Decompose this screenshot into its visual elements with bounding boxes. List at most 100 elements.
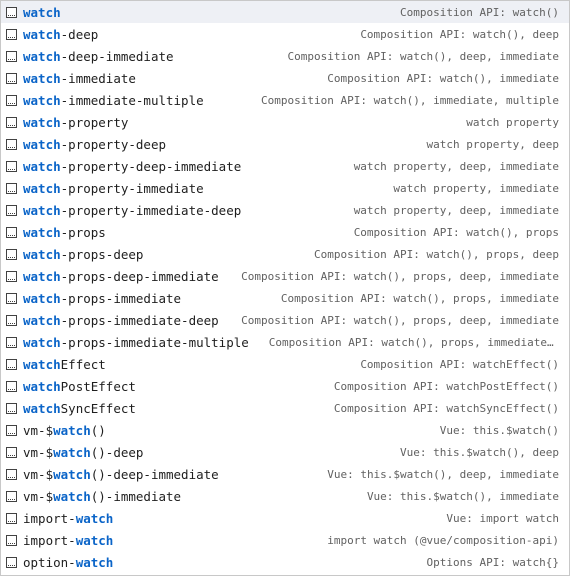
suggestion-item[interactable]: option-watch Options API: watch{} — [1, 551, 569, 573]
suggestion-label-suffix: PostEffect — [60, 378, 136, 394]
suggestion-label-match: watch — [23, 70, 61, 86]
suggestion-label-prefix: vm-$ — [23, 488, 54, 504]
suggestion-label-match: watch — [23, 268, 61, 284]
suggestion-label: watch-property-deep-immediate — [23, 159, 241, 174]
snippet-icon — [6, 512, 17, 524]
suggestion-label: vm-$watch() — [23, 423, 106, 438]
suggestion-detail: watch property, deep, immediate — [353, 203, 559, 217]
suggestion-label-match: watch — [23, 202, 61, 218]
suggestion-item[interactable]: watch-immediate Composition API: watch(),… — [1, 67, 569, 89]
suggestion-item[interactable]: watch-props-deep-immediate Composition AP… — [1, 265, 569, 287]
suggestion-item[interactable]: watchEffect Composition API: watchEffect(… — [1, 353, 569, 375]
suggestion-label-suffix: -props-immediate-deep — [60, 312, 219, 328]
suggestion-label-suffix: -property-immediate — [60, 180, 204, 196]
suggestion-detail: Composition API: watch(), props, immedia… — [268, 335, 569, 349]
suggestion-label-suffix: -property-immediate-deep — [60, 202, 242, 218]
snippet-icon — [6, 490, 17, 502]
suggestion-label-suffix: -deep — [60, 26, 99, 42]
suggestion-item[interactable]: import-watch import watch (@vue/compositi… — [1, 529, 569, 551]
suggestion-item[interactable]: watch Composition API: watch() — [1, 1, 569, 23]
suggestion-item[interactable]: vm-$watch()-deep Vue: this.$watch(), deep — [1, 441, 569, 463]
suggestion-label-suffix: () — [90, 422, 106, 438]
snippet-icon — [6, 556, 17, 568]
snippet-icon — [6, 248, 17, 260]
suggestion-label: watch-props-deep-immediate — [23, 269, 219, 284]
suggestion-label-suffix: -props-deep — [60, 246, 144, 262]
suggestion-label-match: watch — [75, 554, 114, 570]
suggestion-detail: watch property, immediate — [393, 181, 559, 195]
snippet-icon — [6, 402, 17, 414]
suggestion-label: vm-$watch()-deep — [23, 445, 143, 460]
suggestion-label-match: watch — [75, 510, 114, 526]
suggestion-item[interactable]: watch-property-immediate-deep watch prope… — [1, 199, 569, 221]
snippet-icon — [6, 534, 17, 546]
suggestion-label: watch-props-immediate-multiple — [23, 335, 249, 350]
suggestion-label-suffix: SyncEffect — [60, 400, 136, 416]
suggest-widget: watch Composition API: watch() watch-deep C… — [0, 0, 570, 576]
suggestion-item[interactable]: watch-props-immediate-deep Composition AP… — [1, 309, 569, 331]
suggestion-label-suffix: -property-deep-immediate — [60, 158, 242, 174]
suggestion-item[interactable]: watch-props-immediate Composition API: wa… — [1, 287, 569, 309]
suggestion-item[interactable]: watchSyncEffect Composition API: watchSyn… — [1, 397, 569, 419]
suggestion-detail: Composition API: watch(), props, immedia… — [280, 291, 559, 305]
suggestion-item[interactable]: vm-$watch()-immediate Vue: this.$watch(),… — [1, 485, 569, 507]
suggestion-item[interactable]: vm-$watch() Vue: this.$watch() — [1, 419, 569, 441]
suggestion-label-match: watch — [23, 312, 61, 328]
suggestion-label: watch-props-immediate-deep — [23, 313, 219, 328]
suggestion-label-suffix: Effect — [60, 356, 106, 372]
suggestion-label: watch — [23, 5, 61, 20]
suggestion-label-match: watch — [23, 224, 61, 240]
suggestion-item[interactable]: watch-property watch property — [1, 111, 569, 133]
suggestion-detail: watch property, deep, immediate — [353, 159, 559, 173]
snippet-icon — [6, 28, 17, 40]
snippet-icon — [6, 314, 17, 326]
snippet-icon — [6, 380, 17, 392]
suggestion-detail: watch property, deep — [426, 137, 559, 151]
suggestion-item[interactable]: watch-property-immediate watch property, … — [1, 177, 569, 199]
suggestion-label: watch-props-immediate — [23, 291, 181, 306]
suggestion-label-match: watch — [53, 444, 91, 460]
suggestion-label-suffix: ()-deep-immediate — [90, 466, 219, 482]
suggestion-item[interactable]: watch-props-immediate-multiple Compositio… — [1, 331, 569, 353]
suggestion-item[interactable]: watch-deep Composition API: watch(), deep — [1, 23, 569, 45]
snippet-icon — [6, 424, 17, 436]
suggestion-item[interactable]: import-watch Vue: import watch — [1, 507, 569, 529]
suggestion-item[interactable]: watch-immediate-multiple Composition API:… — [1, 89, 569, 111]
suggestion-item[interactable]: watch-property-deep watch property, deep — [1, 133, 569, 155]
suggestion-label-prefix: vm-$ — [23, 444, 54, 460]
suggestion-label-suffix: -immediate — [60, 70, 136, 86]
suggestion-detail: Vue: this.$watch(), deep — [400, 445, 559, 459]
suggestion-item[interactable]: watchPostEffect Composition API: watchPos… — [1, 375, 569, 397]
suggestion-detail: Composition API: watch(), deep, immediat… — [287, 49, 559, 63]
suggestion-label: watch-property-immediate-deep — [23, 203, 241, 218]
suggestion-label: import-watch — [23, 533, 113, 548]
suggestion-detail: Composition API: watchPostEffect() — [333, 379, 559, 393]
suggestion-label-suffix: -props-deep-immediate — [60, 268, 219, 284]
snippet-icon — [6, 182, 17, 194]
suggestion-detail: Composition API: watch(), props, deep — [313, 247, 559, 261]
suggestion-detail: Vue: import watch — [446, 511, 559, 525]
suggestion-item[interactable]: watch-deep-immediate Composition API: wat… — [1, 45, 569, 67]
snippet-icon — [6, 358, 17, 370]
suggestion-label-match: watch — [23, 180, 61, 196]
suggestion-label-prefix: vm-$ — [23, 466, 54, 482]
suggestion-label-suffix: ()-immediate — [90, 488, 182, 504]
suggestion-label-match: watch — [23, 92, 61, 108]
suggestion-item[interactable]: watch-props-deep Composition API: watch()… — [1, 243, 569, 265]
suggestion-label: vm-$watch()-immediate — [23, 489, 181, 504]
suggestion-label: watch-props — [23, 225, 106, 240]
snippet-icon — [6, 226, 17, 238]
suggestion-label-match: watch — [23, 114, 61, 130]
suggestion-label-suffix: -props-immediate — [60, 290, 182, 306]
snippet-icon — [6, 72, 17, 84]
suggestion-detail: Composition API: watch(), deep — [360, 27, 559, 41]
snippet-icon — [6, 160, 17, 172]
suggestion-label: watchSyncEffect — [23, 401, 136, 416]
suggestion-item[interactable]: vm-$watch()-deep-immediate Vue: this.$wat… — [1, 463, 569, 485]
suggestion-item[interactable]: watch-props Composition API: watch(), pro… — [1, 221, 569, 243]
snippet-icon — [6, 6, 17, 18]
suggestion-label-suffix: -props — [60, 224, 106, 240]
suggestion-item[interactable]: watch-property-deep-immediate watch prope… — [1, 155, 569, 177]
suggestion-label-match: watch — [23, 290, 61, 306]
suggestion-label-match: watch — [23, 48, 61, 64]
